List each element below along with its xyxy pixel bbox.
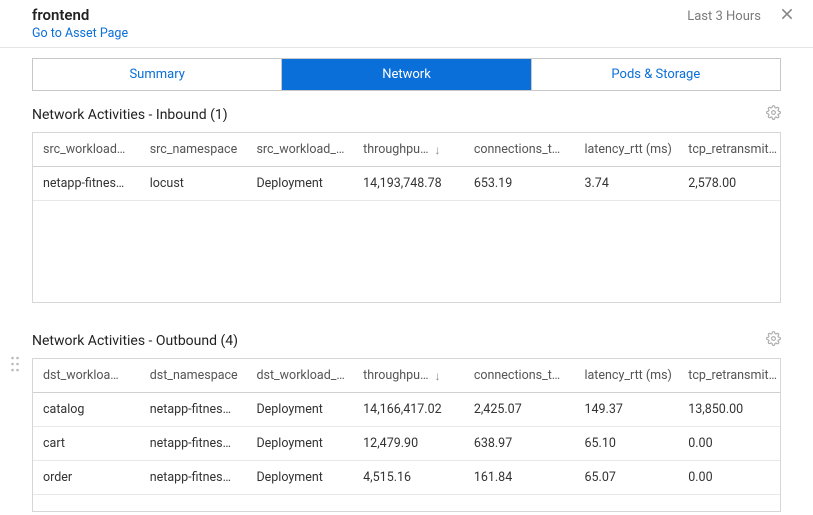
outbound-table: dst_workloa… dst_namespace dst_workload_… [32, 358, 781, 512]
tab-network[interactable]: Network [282, 59, 531, 90]
col-dst-namespace[interactable]: dst_namespace [140, 359, 247, 392]
sort-desc-icon: ↓ [434, 369, 440, 383]
col-src-namespace[interactable]: src_namespace [140, 133, 247, 166]
close-button[interactable] [779, 6, 795, 26]
panel-header: frontend Go to Asset Page Last 3 Hours [0, 0, 813, 48]
col-connections[interactable]: connections_t… [464, 359, 575, 392]
gear-icon [766, 105, 781, 124]
inbound-table: src_workload… src_namespace src_workload… [32, 132, 781, 303]
asset-page-link[interactable]: Go to Asset Page [32, 26, 128, 41]
col-src-workload[interactable]: src_workload… [33, 133, 140, 166]
col-tcp-retransmit[interactable]: tcp_retransmit… [678, 133, 780, 166]
outbound-settings-button[interactable] [766, 331, 781, 350]
col-tcp-retransmit[interactable]: tcp_retransmit… [678, 359, 780, 392]
tabs: Summary Network Pods & Storage [32, 58, 781, 91]
col-connections[interactable]: connections_t… [464, 133, 575, 166]
inbound-title: Network Activities - Inbound (1) [32, 107, 228, 123]
sort-desc-icon: ↓ [434, 143, 440, 157]
table-row[interactable]: netapp-fitnes… locust Deployment 14,193,… [33, 167, 780, 201]
table-row[interactable]: catalog netapp-fitness-… Deployment 14,1… [33, 393, 780, 427]
col-throughput[interactable]: throughpu…↓ [353, 359, 464, 392]
col-dst-workload[interactable]: dst_workloa… [33, 359, 140, 392]
drag-handle[interactable] [10, 355, 20, 377]
drag-handle-icon [10, 355, 20, 377]
outbound-table-header: dst_workloa… dst_namespace dst_workload_… [33, 359, 780, 393]
table-row[interactable] [33, 495, 780, 505]
inbound-settings-button[interactable] [766, 105, 781, 124]
tab-pods-storage[interactable]: Pods & Storage [532, 59, 780, 90]
outbound-title: Network Activities - Outbound (4) [32, 333, 238, 349]
col-latency[interactable]: latency_rtt (ms) [574, 359, 678, 392]
col-dst-workload-kind[interactable]: dst_workload_… [246, 359, 353, 392]
tab-summary[interactable]: Summary [33, 59, 282, 90]
page-title: frontend [32, 6, 128, 24]
table-row[interactable]: cart netapp-fitness-… Deployment 12,479.… [33, 427, 780, 461]
timerange-label: Last 3 Hours [687, 9, 761, 24]
close-icon [779, 6, 795, 26]
col-throughput[interactable]: throughpu…↓ [353, 133, 464, 166]
inbound-table-header: src_workload… src_namespace src_workload… [33, 133, 780, 167]
gear-icon [766, 331, 781, 350]
col-src-workload-kind[interactable]: src_workload_… [246, 133, 353, 166]
table-row[interactable]: order netapp-fitness-… Deployment 4,515.… [33, 461, 780, 495]
col-latency[interactable]: latency_rtt (ms) [574, 133, 678, 166]
